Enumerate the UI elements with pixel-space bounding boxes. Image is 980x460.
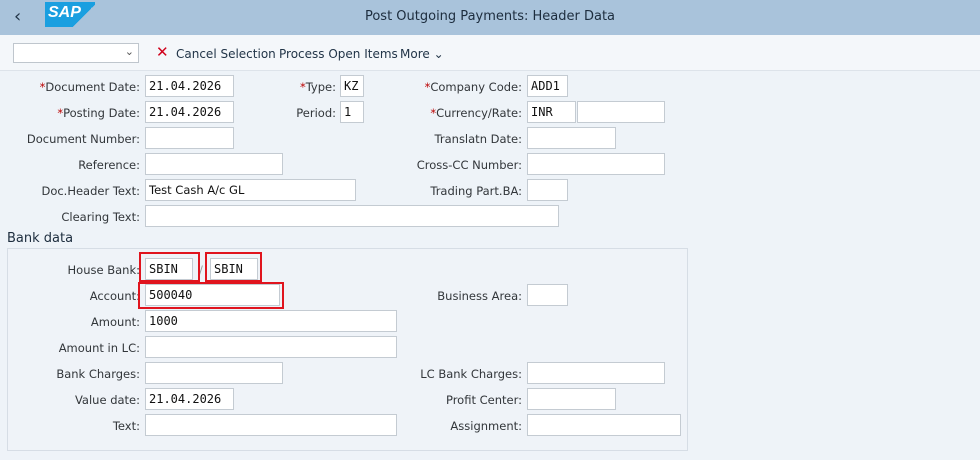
doc-header-text-input[interactable]: Test Cash A/c GL [145,179,356,201]
document-date-label: *Document Date: [39,80,140,94]
trading-part-input[interactable] [527,179,568,201]
clearing-text-label: Clearing Text: [61,210,140,224]
posting-date-input[interactable]: 21.04.2026 [145,101,234,123]
lc-bank-charges-input[interactable] [527,362,665,384]
more-label: More [400,47,430,61]
clearing-text-input[interactable] [145,205,559,227]
currency-input[interactable]: INR [527,101,576,123]
reference-input[interactable] [145,153,283,175]
highlight-box [139,252,200,282]
process-open-items-button[interactable]: Process Open Items [279,47,398,61]
cancel-selection-button[interactable]: Cancel Selection [176,47,276,61]
translatn-date-input[interactable] [527,127,616,149]
shell-header: ‹ SAP Post Outgoing Payments: Header Dat… [0,0,980,35]
doc-header-text-label: Doc.Header Text: [41,184,140,198]
value-date-label: Value date: [74,393,140,407]
account-label: Account: [89,289,140,303]
text-input[interactable] [145,414,397,436]
variant-dropdown[interactable]: ⌄ [13,43,139,63]
amount-label: Amount: [90,315,140,329]
period-label: Period: [296,106,336,120]
period-input[interactable]: 1 [340,101,364,123]
value-date-input[interactable]: 21.04.2026 [145,388,234,410]
bank-data-title: Bank data [7,231,74,246]
more-button[interactable]: More ⌄ [400,47,444,61]
profit-center-label: Profit Center: [445,393,522,407]
exchange-rate-input[interactable] [577,101,665,123]
close-icon: ✕ [156,43,169,61]
chevron-down-icon: ⌄ [124,45,134,58]
company-code-input[interactable]: ADD1 [527,75,568,97]
type-input[interactable]: KZ [340,75,364,97]
highlight-box [138,282,284,309]
assignment-label: Assignment: [450,419,522,433]
type-label: *Type: [299,80,336,94]
posting-date-label: *Posting Date: [57,106,140,120]
amount-input[interactable]: 1000 [145,310,397,332]
translatn-date-label: Translatn Date: [434,132,522,146]
house-bank-label: House Bank: [67,263,140,277]
chevron-down-icon: ⌄ [433,47,444,61]
document-number-input[interactable] [145,127,234,149]
assignment-input[interactable] [527,414,681,436]
page-title: Post Outgoing Payments: Header Data [364,9,616,24]
text-label: Text: [112,419,140,433]
toolbar [0,35,980,71]
document-number-label: Document Number: [26,132,140,146]
profit-center-input[interactable] [527,388,616,410]
amount-in-lc-label: Amount in LC: [58,341,140,355]
bank-charges-label: Bank Charges: [56,367,140,381]
cross-cc-number-input[interactable] [527,153,665,175]
company-code-label: *Company Code: [424,80,522,94]
bank-charges-input[interactable] [145,362,283,384]
highlight-box [205,252,262,282]
amount-in-lc-input[interactable] [145,336,397,358]
document-date-input[interactable]: 21.04.2026 [145,75,234,97]
cross-cc-number-label: Cross-CC Number: [416,158,522,172]
lc-bank-charges-label: LC Bank Charges: [420,367,522,381]
reference-label: Reference: [78,158,140,172]
currency-rate-label: *Currency/Rate: [430,106,522,120]
business-area-label: Business Area: [437,289,522,303]
business-area-input[interactable] [527,284,568,306]
trading-part-label: Trading Part.BA: [430,184,522,198]
